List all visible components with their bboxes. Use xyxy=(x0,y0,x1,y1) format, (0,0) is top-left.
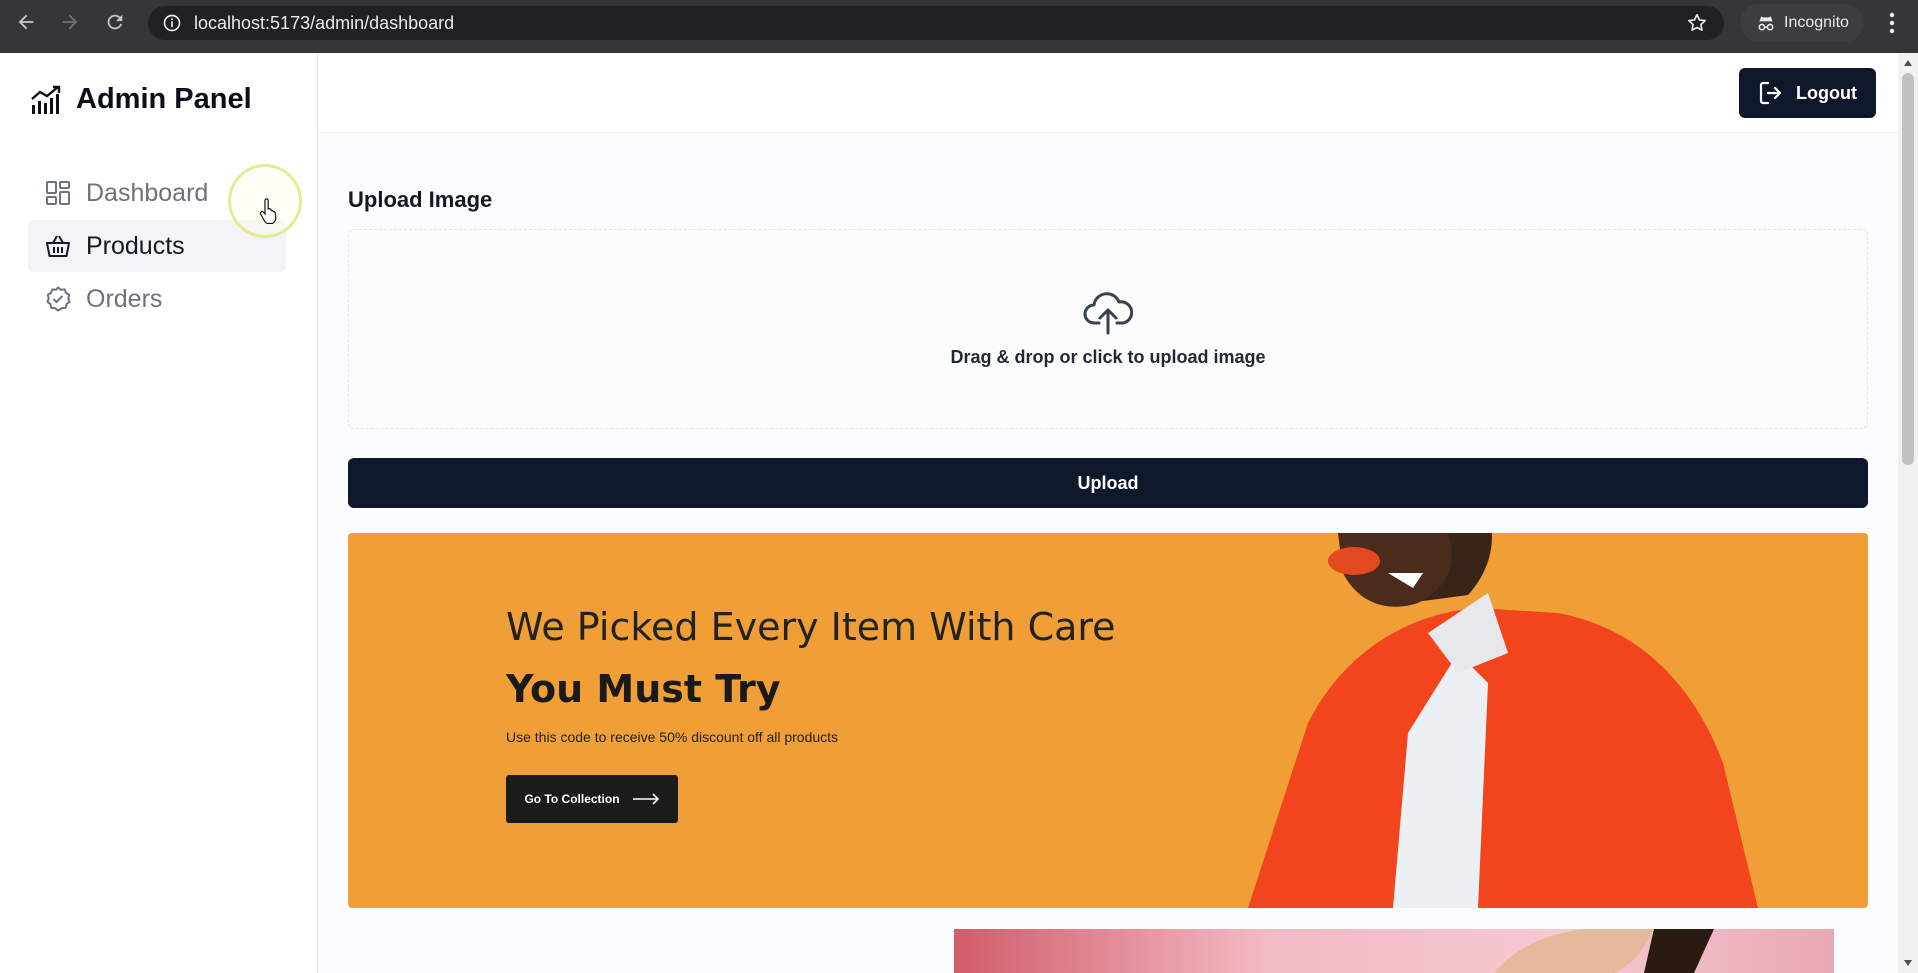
grid-icon xyxy=(46,181,70,205)
browser-toolbar: localhost:5173/admin/dashboard Incognito xyxy=(0,0,1918,53)
site-info-icon[interactable] xyxy=(162,13,182,33)
sidebar-item-label: Products xyxy=(86,231,185,260)
reload-icon xyxy=(107,14,123,30)
url-text[interactable]: localhost:5173/admin/dashboard xyxy=(194,13,454,34)
banner-headline: We Picked Every Item With Care xyxy=(506,605,1116,649)
logout-label: Logout xyxy=(1796,82,1857,103)
brand-title: Admin Panel xyxy=(76,83,252,115)
hand-cursor-icon xyxy=(259,198,277,224)
address-bar[interactable]: localhost:5173/admin/dashboard xyxy=(148,6,1724,40)
back-arrow-icon xyxy=(18,14,34,30)
cloud-upload-icon xyxy=(1083,291,1133,334)
basket-icon xyxy=(46,235,70,257)
forward-button[interactable] xyxy=(48,0,92,44)
image-dropzone[interactable]: Drag & drop or click to upload image xyxy=(348,229,1868,429)
reload-button[interactable] xyxy=(93,0,137,44)
promo-banner: We Picked Every Item With Care You Must … xyxy=(348,533,1868,908)
forward-arrow-icon xyxy=(62,14,78,30)
scroll-up-icon[interactable] xyxy=(1903,59,1913,67)
second-banner-image xyxy=(954,929,1834,973)
check-badge-icon xyxy=(46,286,71,312)
incognito-indicator[interactable]: Incognito xyxy=(1740,4,1864,42)
scroll-thumb[interactable] xyxy=(1902,73,1914,465)
logout-button[interactable]: Logout xyxy=(1739,68,1876,118)
sidebar-item-orders[interactable]: Orders xyxy=(28,273,286,325)
more-menu-icon[interactable] xyxy=(1880,10,1904,36)
incognito-icon xyxy=(1758,16,1774,31)
banner2-photo xyxy=(1494,929,1714,973)
brand: Admin Panel xyxy=(30,83,252,116)
page-scrollbar[interactable] xyxy=(1898,53,1918,973)
incognito-label: Incognito xyxy=(1784,14,1849,31)
chart-line-icon xyxy=(31,85,61,114)
banner-subheadline: You Must Try xyxy=(506,667,781,711)
go-to-collection-button[interactable]: Go To Collection xyxy=(506,775,678,823)
logout-icon xyxy=(1759,81,1782,105)
star-icon[interactable] xyxy=(1686,12,1708,34)
top-header: Logout xyxy=(318,53,1898,133)
banner-text: We Picked Every Item With Care You Must … xyxy=(506,605,1116,823)
dropzone-text: Drag & drop or click to upload image xyxy=(950,346,1266,367)
sidebar-item-label: Dashboard xyxy=(86,178,209,207)
go-to-collection-label: Go To Collection xyxy=(524,792,620,806)
back-button[interactable] xyxy=(4,0,48,44)
main-content: Upload Image Drag & drop or click to upl… xyxy=(318,133,1898,973)
upload-section-title: Upload Image xyxy=(348,187,493,212)
scroll-down-icon[interactable] xyxy=(1903,959,1913,967)
arrow-right-icon xyxy=(632,793,659,805)
upload-button[interactable]: Upload xyxy=(348,458,1868,508)
banner-description: Use this code to receive 50% discount of… xyxy=(506,729,839,745)
sidebar-item-label: Orders xyxy=(86,284,163,313)
